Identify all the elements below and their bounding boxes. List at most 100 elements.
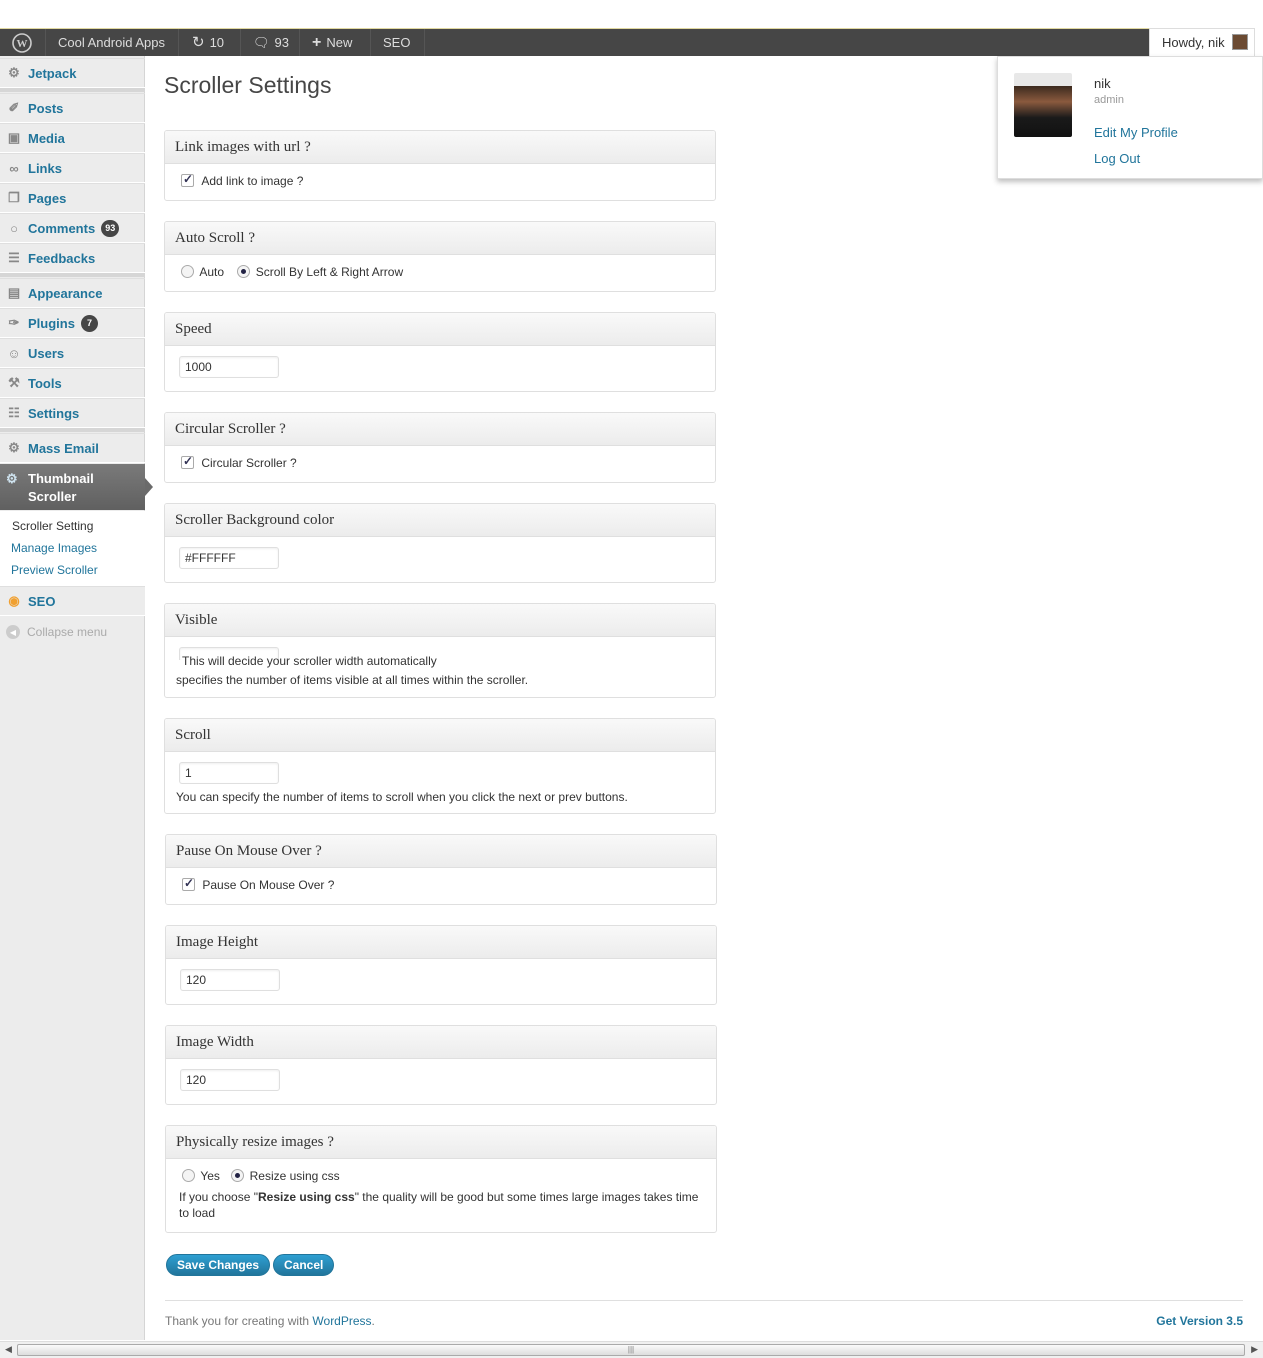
collapse-label: Collapse menu — [27, 625, 108, 639]
sidebar-submenu: Scroller Setting Manage Images Preview S… — [0, 511, 145, 586]
sidebar-item-posts[interactable]: ✐ Posts — [0, 93, 145, 123]
pause-on-mouse-over-panel: Pause On Mouse Over ? Pause On Mouse Ove… — [165, 834, 717, 905]
add-link-checkbox[interactable] — [181, 172, 194, 188]
background-color-input[interactable]: #FFFFFF — [179, 547, 279, 569]
scroll-panel: Scroll 1 You can specify the number of i… — [164, 718, 716, 814]
sidebar-item-label: Settings — [28, 405, 80, 421]
scroll-by-arrow-label: Scroll By Left & Right Arrow — [255, 264, 404, 279]
panel-title: Auto Scroll ? — [165, 222, 715, 255]
plus-icon: + — [312, 34, 322, 51]
seo-bar-label: SEO — [383, 35, 411, 50]
sidebar-item-tools[interactable]: ⚒ Tools — [0, 368, 145, 398]
panel-title: Scroll — [165, 719, 715, 752]
submenu-manage-images[interactable]: Manage Images — [11, 541, 97, 555]
scroll-left-arrow-icon[interactable]: ◀ — [5, 1344, 12, 1355]
wordpress-logo-icon[interactable]: W — [12, 29, 32, 56]
scrollbar-thumb[interactable]: ||| — [17, 1344, 1245, 1356]
sidebar-item-label: Appearance — [28, 285, 103, 301]
scroll-by-arrow-radio[interactable] — [237, 265, 251, 279]
collapse-menu-button[interactable]: ◀ Collapse menu — [6, 625, 107, 639]
sidebar-item-label: Users — [28, 345, 65, 361]
pages-icon: ❐ — [8, 190, 20, 205]
sidebar-item-label: Tools — [28, 375, 62, 391]
scroll-right-arrow-icon[interactable]: ▶ — [1251, 1344, 1258, 1355]
panel-title: Pause On Mouse Over ? — [166, 835, 716, 868]
pause-on-mouse-over-label: Pause On Mouse Over ? — [202, 877, 335, 892]
users-icon: ☺ — [7, 345, 21, 361]
sidebar-item-media[interactable]: ▣ Media — [0, 123, 145, 153]
user-name: nik — [1094, 76, 1111, 91]
auto-radio[interactable] — [181, 265, 194, 279]
wordpress-link[interactable]: WordPress — [312, 1314, 371, 1328]
sidebar-item-label: Jetpack — [28, 65, 77, 81]
sidebar-item-pages[interactable]: ❐ Pages — [0, 183, 145, 213]
submenu-scroller-setting[interactable]: Scroller Setting — [12, 519, 93, 533]
collapse-arrow-icon: ◀ — [6, 625, 20, 639]
resize-css-radio[interactable] — [231, 1169, 245, 1183]
horizontal-scrollbar[interactable]: ◀ ||| ▶ — [0, 1341, 1263, 1358]
speed-input[interactable]: 1000 — [179, 356, 279, 378]
panel-title: Image Height — [166, 926, 716, 959]
sidebar-item-seo[interactable]: ◉ SEO — [0, 586, 145, 616]
image-height-panel: Image Height 120 — [165, 925, 717, 1005]
image-width-input[interactable]: 120 — [180, 1069, 280, 1091]
resize-desc-bold: Resize using css — [257, 1190, 355, 1204]
panel-title: Link images with url ? — [165, 131, 715, 164]
plugins-badge: 7 — [80, 314, 98, 332]
sidebar-item-settings[interactable]: ☷ Settings — [0, 398, 145, 428]
sidebar-item-thumbnail-scroller[interactable]: ⚙ Thumbnail Scroller — [0, 464, 153, 510]
cancel-button[interactable]: Cancel — [273, 1254, 335, 1276]
circular-scroller-panel: Circular Scroller ? Circular Scroller ? — [164, 412, 716, 483]
sidebar-item-comments[interactable]: ○ Comments 93 — [0, 213, 145, 243]
add-link-label: Add link to image ? — [201, 173, 304, 188]
seo-bar-link[interactable]: SEO — [383, 29, 410, 56]
site-name-link[interactable]: Cool Android Apps — [58, 29, 165, 56]
circular-scroller-label: Circular Scroller ? — [201, 455, 297, 470]
sidebar-item-appearance[interactable]: ▤ Appearance — [0, 278, 145, 308]
edit-profile-link[interactable]: Edit My Profile — [1094, 125, 1178, 140]
background-color-panel: Scroller Background color #FFFFFF — [164, 503, 716, 583]
image-height-input[interactable]: 120 — [180, 969, 280, 991]
get-version-link[interactable]: Get Version 3.5 — [1156, 1314, 1243, 1328]
auto-label: Auto — [199, 264, 225, 279]
submenu-preview-scroller[interactable]: Preview Scroller — [11, 563, 98, 577]
sidebar-item-links[interactable]: ∞ Links — [0, 153, 145, 183]
panel-title: Speed — [165, 313, 715, 346]
visible-description: specifies the number of items visible at… — [176, 673, 529, 687]
plugin-icon: ✑ — [8, 315, 20, 330]
panel-title: Circular Scroller ? — [165, 413, 715, 446]
resize-yes-radio[interactable] — [182, 1169, 195, 1183]
scroll-input[interactable]: 1 — [179, 762, 279, 784]
circular-scroller-checkbox[interactable] — [181, 454, 194, 470]
panel-title: Scroller Background color — [165, 504, 715, 537]
sidebar-item-feedbacks[interactable]: ☰ Feedbacks — [0, 243, 145, 273]
save-changes-button[interactable]: Save Changes — [166, 1254, 271, 1276]
footer-period: . — [371, 1314, 375, 1328]
sidebar-item-mass-email[interactable]: ⚙ Mass Email — [0, 433, 145, 463]
admin-bar: W Cool Android Apps ↻ 10 🗨 93 + New SEO — [0, 28, 1149, 56]
logout-link[interactable]: Log Out — [1094, 151, 1140, 166]
updates-link[interactable]: ↻ 10 — [192, 29, 224, 56]
comments-badge: 93 — [101, 219, 120, 237]
new-label: New — [326, 35, 353, 50]
sidebar-item-label: Plugins — [28, 315, 75, 331]
sidebar-item-users[interactable]: ☺ Users — [0, 338, 145, 368]
sidebar-item-label: SEO — [28, 593, 56, 609]
page-title: Scroller Settings — [164, 72, 332, 98]
comments-link[interactable]: 🗨 93 — [253, 29, 289, 56]
pause-on-mouse-over-checkbox[interactable] — [182, 876, 195, 892]
sidebar-item-plugins[interactable]: ✑ Plugins 7 — [0, 308, 145, 338]
comment-icon: ○ — [10, 220, 18, 236]
jetpack-icon: ⚙ — [8, 65, 20, 80]
site-name: Cool Android Apps — [58, 35, 165, 50]
link-icon: ∞ — [9, 160, 19, 176]
updates-count: 10 — [209, 35, 225, 50]
seo-icon: ◉ — [8, 593, 20, 608]
resize-description: If you choose "Resize using css" the qua… — [179, 1189, 699, 1221]
sidebar-item-jetpack[interactable]: ⚙ Jetpack — [0, 58, 145, 88]
howdy-text: Howdy, nik — [1162, 35, 1225, 50]
new-content-link[interactable]: + New — [312, 29, 352, 56]
updates-icon: ↻ — [192, 34, 205, 51]
sidebar-item-label: Posts — [28, 100, 64, 116]
user-account-menu[interactable]: Howdy, nik — [1149, 28, 1255, 56]
